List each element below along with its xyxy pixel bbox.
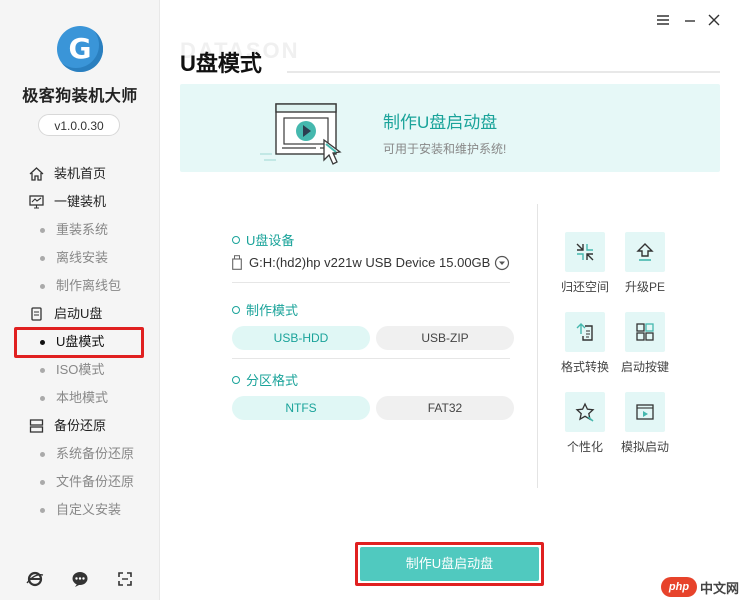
star-icon xyxy=(575,402,595,422)
sidebar-item-label: 一键装机 xyxy=(54,194,107,209)
sidebar-subitem-label: ISO模式 xyxy=(56,362,105,377)
php-logo: php xyxy=(661,577,697,597)
chat-icon[interactable] xyxy=(71,570,89,588)
sidebar-subitem-label: 重装系统 xyxy=(56,222,109,237)
partition-option-ntfs[interactable]: NTFS xyxy=(232,396,370,420)
divider xyxy=(232,358,510,359)
section-label-text: 分区格式 xyxy=(246,373,299,388)
tool-icon-box xyxy=(565,232,605,272)
bullet-dot xyxy=(40,256,45,261)
sidebar-subitem-label: 系统备份还原 xyxy=(56,446,135,461)
sidebar-subitem-iso-mode[interactable]: ISO模式 xyxy=(0,356,160,384)
bullet-dot xyxy=(40,452,45,457)
banner-title: 制作U盘启动盘 xyxy=(383,113,498,132)
sidebar-subitem-reinstall[interactable]: 重装系统 xyxy=(0,216,160,244)
shrink-icon xyxy=(576,243,594,261)
circle-bullet-icon xyxy=(232,236,240,244)
tool-icon-box xyxy=(625,392,665,432)
sidebar-subitem-label: 文件备份还原 xyxy=(56,474,135,489)
close-icon[interactable] xyxy=(706,12,722,28)
sidebar-subitem-label: 本地模式 xyxy=(56,390,109,405)
sidebar-subitem-system-backup[interactable]: 系统备份还原 xyxy=(0,440,160,468)
monitor-icon xyxy=(29,195,44,209)
info-banner: 制作U盘启动盘 可用于安装和维护系统! xyxy=(180,84,720,172)
tool-label: 启动按键 xyxy=(620,360,669,374)
tool-icon-box xyxy=(625,312,665,352)
section-label-text: 制作模式 xyxy=(246,303,299,318)
highlight-frame-usb-mode xyxy=(14,327,144,358)
banner-subtitle: 可用于安装和维护系统! xyxy=(383,142,507,156)
sidebar-item-home[interactable]: 装机首页 xyxy=(0,160,160,188)
section-label-mode: 制作模式 xyxy=(232,300,298,319)
section-label-partition: 分区格式 xyxy=(232,370,298,389)
keyboard-icon xyxy=(636,323,654,341)
logo-letter: G xyxy=(68,32,92,65)
circle-bullet-icon xyxy=(232,376,240,384)
layers-icon xyxy=(29,419,44,433)
sidebar-bottom-bar xyxy=(0,566,160,590)
page-title: U盘模式 xyxy=(180,51,262,76)
version-badge: v1.0.0.30 xyxy=(38,114,120,136)
partition-option-fat32[interactable]: FAT32 xyxy=(376,396,514,420)
app-name: 极客狗装机大师 xyxy=(22,88,138,105)
sidebar-item-label: 备份还原 xyxy=(54,418,107,433)
php-cn-watermark: php 中文网 xyxy=(661,574,740,600)
sidebar-subitem-label: 自定义安装 xyxy=(56,502,122,517)
vertical-divider xyxy=(537,204,538,488)
browser-icon[interactable] xyxy=(26,570,44,588)
bullet-dot xyxy=(40,228,45,233)
sidebar-item-backup-restore[interactable]: 备份还原 xyxy=(0,412,160,440)
play-window-icon xyxy=(636,404,654,420)
section-label-device: U盘设备 xyxy=(232,230,294,249)
convert-icon xyxy=(576,323,593,341)
tool-icon-box xyxy=(565,312,605,352)
app-logo: G xyxy=(57,26,103,72)
upgrade-icon xyxy=(636,243,654,261)
sidebar-subitem-make-offline-pack[interactable]: 制作离线包 xyxy=(0,272,160,300)
sidebar-subitem-local-mode[interactable]: 本地模式 xyxy=(0,384,160,412)
sidebar-subitem-label: 制作离线包 xyxy=(56,278,122,293)
video-window-illustration xyxy=(260,103,342,165)
bullet-dot xyxy=(40,284,45,289)
sidebar: G 极客狗装机大师 v1.0.0.30 装机首页 一键装机 重装系统 离线安装 … xyxy=(0,0,160,600)
device-select-value: G:H:(hd2)hp v221w USB Device 15.00GB xyxy=(249,255,491,270)
mode-option-usb-zip[interactable]: USB-ZIP xyxy=(376,326,514,350)
make-boot-usb-button[interactable]: 制作U盘启动盘 xyxy=(360,547,539,581)
sidebar-subitem-custom-install[interactable]: 自定义安装 xyxy=(0,496,160,524)
bullet-dot xyxy=(40,396,45,401)
sidebar-item-one-click-install[interactable]: 一键装机 xyxy=(0,188,160,216)
chevron-down-icon[interactable] xyxy=(494,255,510,271)
fullscreen-icon[interactable] xyxy=(116,570,134,588)
usb-drive-icon xyxy=(31,307,42,321)
bullet-dot xyxy=(40,480,45,485)
tool-label: 模拟启动 xyxy=(620,440,669,454)
mode-option-usb-hdd[interactable]: USB-HDD xyxy=(232,326,370,350)
sidebar-subitem-label: 离线安装 xyxy=(56,250,109,265)
minimize-icon[interactable] xyxy=(682,12,698,28)
bullet-dot xyxy=(40,508,45,513)
usb-stick-icon xyxy=(232,255,242,270)
sidebar-item-boot-usb[interactable]: 启动U盘 xyxy=(0,300,160,328)
tool-label: 升级PE xyxy=(624,280,665,294)
home-icon xyxy=(29,167,44,181)
sidebar-subitem-file-backup[interactable]: 文件备份还原 xyxy=(0,468,160,496)
divider xyxy=(232,282,510,283)
sidebar-item-label: 启动U盘 xyxy=(54,306,103,321)
bullet-dot xyxy=(40,368,45,373)
php-cn-text: 中文网 xyxy=(700,581,740,596)
tool-icon-box xyxy=(625,232,665,272)
menu-icon[interactable] xyxy=(655,12,671,28)
tool-icon-box xyxy=(565,392,605,432)
device-select[interactable]: G:H:(hd2)hp v221w USB Device 15.00GB xyxy=(232,253,510,273)
title-underline xyxy=(287,71,720,73)
sidebar-item-label: 装机首页 xyxy=(54,166,107,181)
circle-bullet-icon xyxy=(232,306,240,314)
sidebar-subitem-offline-install[interactable]: 离线安装 xyxy=(0,244,160,272)
section-label-text: U盘设备 xyxy=(246,233,295,248)
